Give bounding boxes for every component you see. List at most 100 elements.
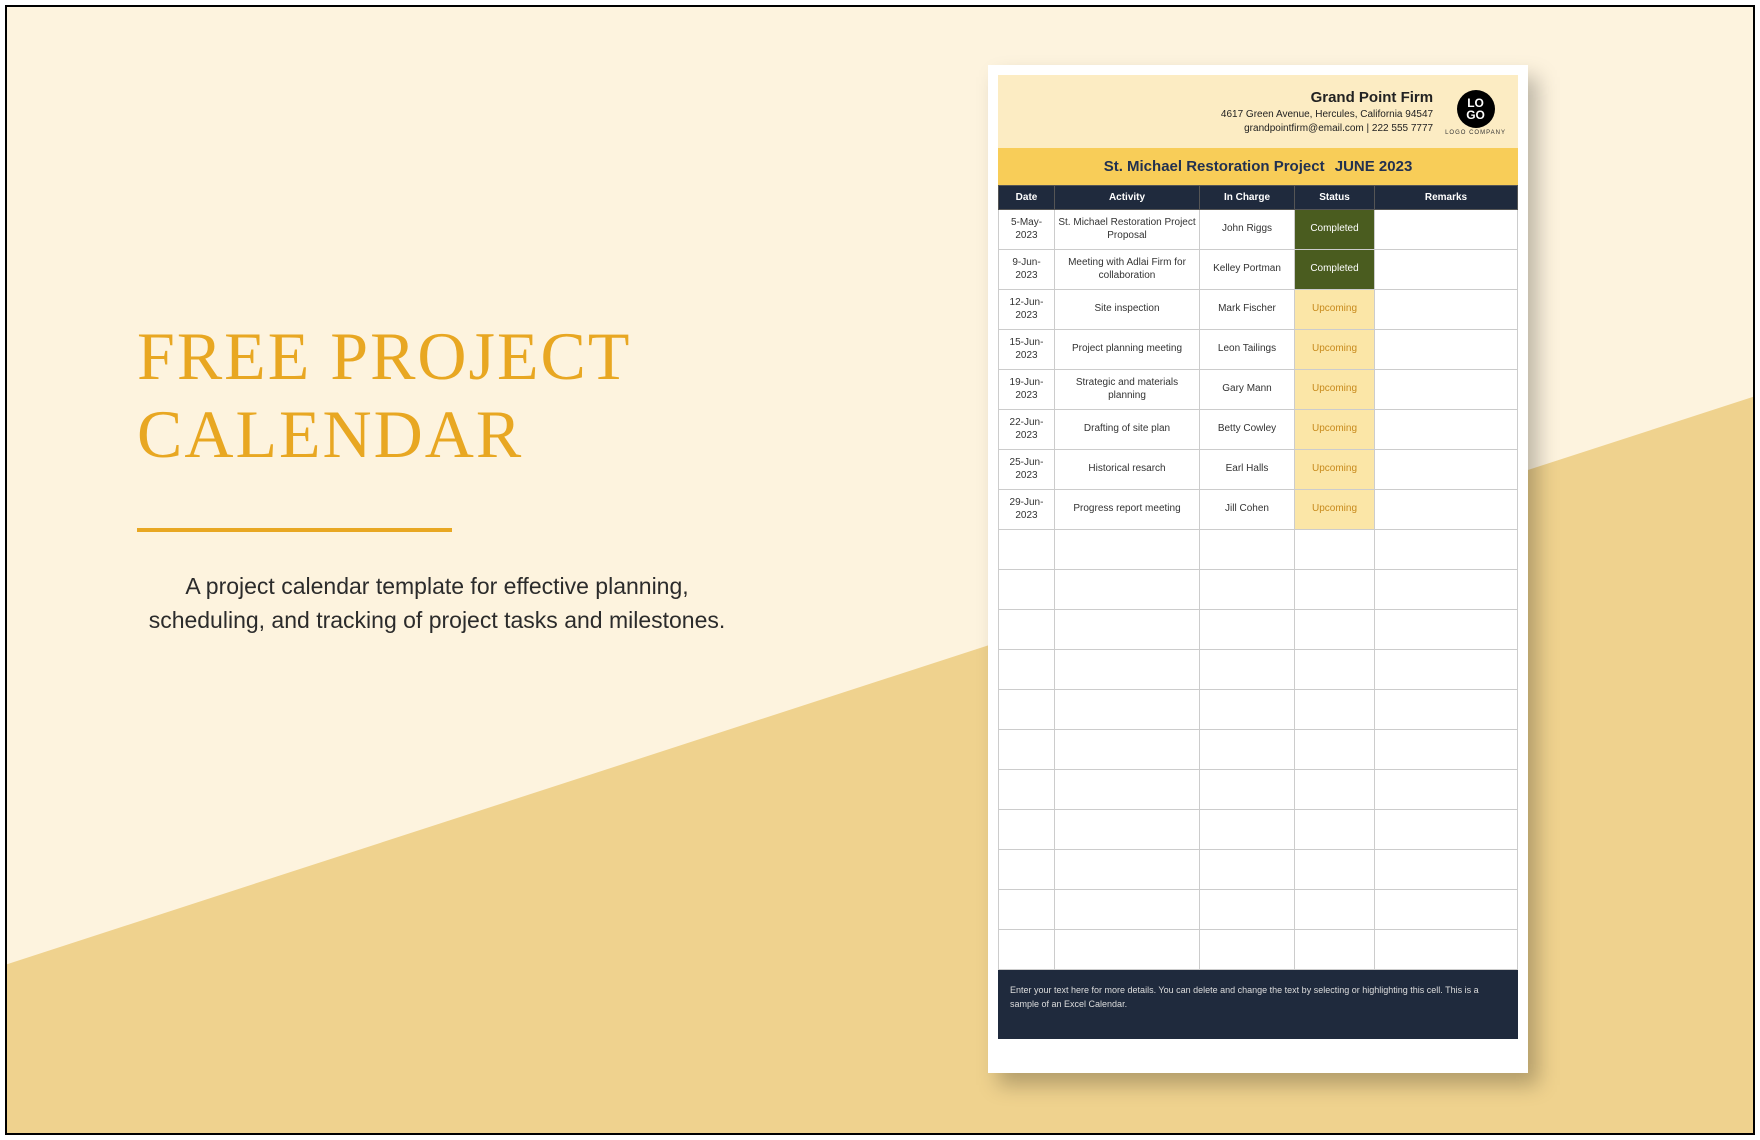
col-header-date: Date — [999, 186, 1055, 210]
cell-empty — [1295, 850, 1375, 890]
status-badge: Completed — [1295, 210, 1374, 249]
status-badge: Upcoming — [1295, 290, 1374, 329]
cell-empty — [999, 730, 1055, 770]
cell-empty — [999, 530, 1055, 570]
cell-empty — [1295, 610, 1375, 650]
cell-empty — [1295, 650, 1375, 690]
cell-incharge: John Riggs — [1200, 210, 1295, 250]
table-row-empty — [999, 730, 1518, 770]
cell-empty — [1375, 530, 1518, 570]
table-row: 9-Jun-2023Meeting with Adlai Firm for co… — [999, 250, 1518, 290]
cell-date: 9-Jun-2023 — [999, 250, 1055, 290]
document-preview: Grand Point Firm 4617 Green Avenue, Herc… — [988, 65, 1528, 1073]
left-text-panel: FREE PROJECT CALENDAR A project calendar… — [137, 317, 757, 637]
cell-date: 19-Jun-2023 — [999, 370, 1055, 410]
table-row-empty — [999, 770, 1518, 810]
cell-date: 5-May-2023 — [999, 210, 1055, 250]
cell-remarks — [1375, 450, 1518, 490]
cell-activity: Strategic and materials planning — [1055, 370, 1200, 410]
col-header-activity: Activity — [1055, 186, 1200, 210]
cell-empty — [1055, 570, 1200, 610]
status-badge: Upcoming — [1295, 370, 1374, 409]
cell-empty — [1055, 690, 1200, 730]
cell-status: Upcoming — [1295, 290, 1375, 330]
table-row-empty — [999, 930, 1518, 970]
status-badge: Upcoming — [1295, 330, 1374, 369]
cell-empty — [1295, 810, 1375, 850]
cell-empty — [1375, 570, 1518, 610]
cell-activity: Historical resarch — [1055, 450, 1200, 490]
col-header-incharge: In Charge — [1200, 186, 1295, 210]
cell-empty — [999, 610, 1055, 650]
cell-incharge: Kelley Portman — [1200, 250, 1295, 290]
table-row: 5-May-2023St. Michael Restoration Projec… — [999, 210, 1518, 250]
cell-empty — [1055, 930, 1200, 970]
cell-empty — [1200, 810, 1295, 850]
cell-status: Upcoming — [1295, 410, 1375, 450]
status-badge: Upcoming — [1295, 410, 1374, 449]
cell-remarks — [1375, 330, 1518, 370]
firm-info: Grand Point Firm 4617 Green Avenue, Herc… — [1221, 89, 1433, 136]
cell-activity: Meeting with Adlai Firm for collaboratio… — [1055, 250, 1200, 290]
logo-subtext: LOGO COMPANY — [1445, 130, 1506, 136]
cell-date: 29-Jun-2023 — [999, 490, 1055, 530]
cell-empty — [1055, 810, 1200, 850]
main-frame: FREE PROJECT CALENDAR A project calendar… — [5, 5, 1755, 1135]
cell-status: Upcoming — [1295, 330, 1375, 370]
table-row-empty — [999, 650, 1518, 690]
cell-status: Completed — [1295, 210, 1375, 250]
cell-empty — [1375, 930, 1518, 970]
cell-empty — [1295, 890, 1375, 930]
table-row: 25-Jun-2023Historical resarchEarl HallsU… — [999, 450, 1518, 490]
cell-empty — [1375, 890, 1518, 930]
cell-remarks — [1375, 410, 1518, 450]
cell-date: 15-Jun-2023 — [999, 330, 1055, 370]
table-row-empty — [999, 690, 1518, 730]
cell-date: 12-Jun-2023 — [999, 290, 1055, 330]
cell-remarks — [1375, 490, 1518, 530]
cell-empty — [999, 770, 1055, 810]
cell-empty — [1055, 530, 1200, 570]
cell-empty — [999, 810, 1055, 850]
cell-empty — [1200, 610, 1295, 650]
table-row-empty — [999, 850, 1518, 890]
cell-activity: Project planning meeting — [1055, 330, 1200, 370]
document-header: Grand Point Firm 4617 Green Avenue, Herc… — [998, 75, 1518, 148]
calendar-table: Date Activity In Charge Status Remarks 5… — [998, 185, 1518, 970]
cell-empty — [1295, 570, 1375, 610]
cell-empty — [1375, 650, 1518, 690]
cell-empty — [999, 650, 1055, 690]
cell-status: Upcoming — [1295, 370, 1375, 410]
table-body: 5-May-2023St. Michael Restoration Projec… — [999, 210, 1518, 970]
cell-empty — [1055, 610, 1200, 650]
main-title-line1: FREE PROJECT — [137, 318, 631, 394]
cell-incharge: Gary Mann — [1200, 370, 1295, 410]
title-divider — [137, 528, 452, 532]
cell-empty — [1200, 850, 1295, 890]
logo-icon: LO GO — [1457, 90, 1495, 128]
table-row: 29-Jun-2023Progress report meetingJill C… — [999, 490, 1518, 530]
cell-remarks — [1375, 210, 1518, 250]
cell-empty — [1200, 770, 1295, 810]
cell-incharge: Earl Halls — [1200, 450, 1295, 490]
table-row: 19-Jun-2023Strategic and materials plann… — [999, 370, 1518, 410]
status-badge: Upcoming — [1295, 490, 1374, 529]
cell-empty — [1200, 690, 1295, 730]
cell-status: Completed — [1295, 250, 1375, 290]
firm-address: 4617 Green Avenue, Hercules, California … — [1221, 108, 1433, 122]
project-title-bar: St. Michael Restoration Project JUNE 202… — [998, 148, 1518, 185]
subtitle-text: A project calendar template for effectiv… — [137, 570, 737, 637]
cell-activity: Progress report meeting — [1055, 490, 1200, 530]
cell-empty — [999, 570, 1055, 610]
cell-empty — [1375, 610, 1518, 650]
cell-incharge: Jill Cohen — [1200, 490, 1295, 530]
cell-empty — [1375, 770, 1518, 810]
table-row-empty — [999, 530, 1518, 570]
project-month: JUNE 2023 — [1335, 158, 1413, 175]
cell-date: 22-Jun-2023 — [999, 410, 1055, 450]
firm-contact: grandpointfirm@email.com | 222 555 7777 — [1221, 122, 1433, 136]
cell-empty — [1055, 890, 1200, 930]
col-header-status: Status — [1295, 186, 1375, 210]
cell-empty — [1200, 890, 1295, 930]
cell-activity: Site inspection — [1055, 290, 1200, 330]
